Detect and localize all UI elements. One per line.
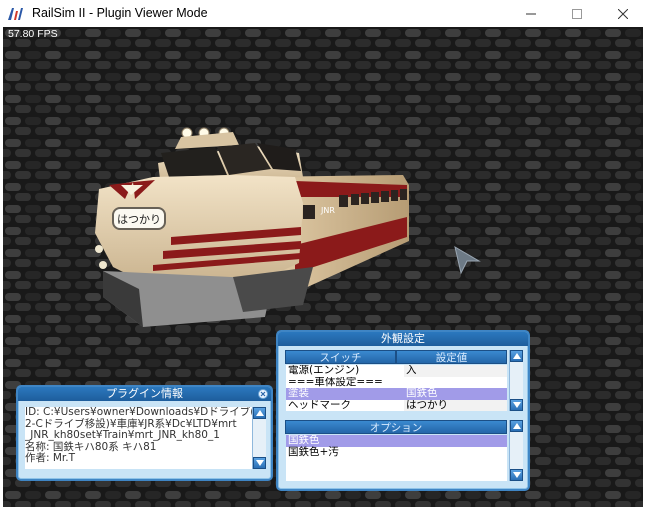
switch-value: 入 [404,365,507,377]
switch-row[interactable]: 電源(エンジン) 入 [286,365,507,377]
panel-close-button[interactable] [258,389,268,399]
arrow-down-icon [513,402,521,408]
switch-name: ===車体設定=== [288,376,383,388]
info-line: ID: C:¥Users¥owner¥Downloads¥Dドライブ( [25,407,255,418]
option-list[interactable]: 国鉄色 国鉄色+汚 [286,435,507,481]
switch-list[interactable]: 電源(エンジン) 入 ===車体設定=== 塗装 国鉄色 ヘッドマーク はつかり [286,365,507,411]
scroll-down-button[interactable] [253,457,266,469]
switch-column-header[interactable]: スイッチ [285,350,396,364]
minimize-button[interactable] [508,0,554,27]
close-button[interactable] [600,0,646,27]
arrow-up-icon [256,410,264,416]
option-column-header[interactable]: オプション [285,420,507,434]
scroll-down-button[interactable] [510,469,523,481]
switch-value: 国鉄色 [404,388,507,400]
option-item[interactable]: 国鉄色+汚 [286,446,507,459]
switch-value: はつかり [404,399,507,411]
maximize-icon [572,8,582,19]
app-icon [6,5,24,23]
close-icon [260,391,266,397]
headmark-label: はつかり [117,213,161,226]
close-icon [618,8,628,19]
arrow-up-icon [513,423,521,429]
plugin-info-text: ID: C:¥Users¥owner¥Downloads¥Dドライブ( 2-Cド… [25,407,258,469]
option-item-selected[interactable]: 国鉄色 [286,435,507,447]
arrow-down-icon [513,472,521,478]
scroll-up-button[interactable] [253,407,266,419]
switch-name: ヘッドマーク [288,399,351,411]
switch-list-scrollbar[interactable] [509,350,523,411]
value-column-header[interactable]: 設定値 [396,350,507,364]
info-line: 作者: Mr.T [25,452,76,465]
switch-name: 電源(エンジン) [288,365,360,376]
application-window: RailSim II - Plugin Viewer Mode JNR はつかり… [0,0,646,509]
fps-counter: 57.80 FPS [8,28,58,40]
arrow-down-icon [256,460,264,466]
mouse-cursor-icon [454,245,481,275]
scroll-up-button[interactable] [510,350,523,362]
title-bar[interactable]: RailSim II - Plugin Viewer Mode [0,0,646,27]
appearance-panel-title: 外観設定 [278,332,528,346]
switch-row-selected[interactable]: 塗装 国鉄色 [286,388,507,400]
maximize-button[interactable] [554,0,600,27]
minimize-icon [526,13,536,14]
option-list-scrollbar[interactable] [509,420,523,481]
arrow-up-icon [513,353,521,359]
window-title: RailSim II - Plugin Viewer Mode [32,6,208,20]
jnr-logo: JNR [320,206,335,215]
scroll-up-button[interactable] [510,420,523,432]
plugin-info-panel[interactable]: プラグイン情報 ID: C:¥Users¥owner¥Downloads¥Dドラ… [16,385,273,481]
scroll-down-button[interactable] [510,399,523,411]
plugin-info-scrollbar[interactable] [252,407,266,469]
switch-row[interactable]: ヘッドマーク はつかり [286,399,507,411]
plugin-info-title: プラグイン情報 [18,387,271,401]
appearance-settings-panel[interactable]: 外観設定 スイッチ 設定値 電源(エンジン) 入 ===車体設定=== 塗装 国… [276,330,530,491]
switch-name: 塗装 [288,388,309,399]
switch-row[interactable]: ===車体設定=== [286,377,507,389]
